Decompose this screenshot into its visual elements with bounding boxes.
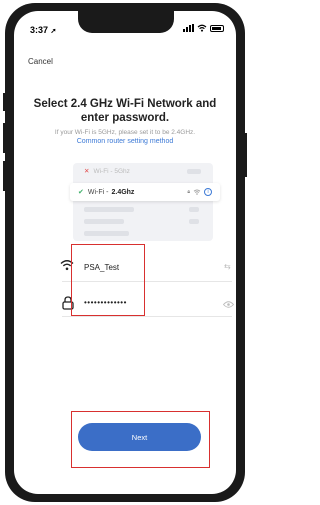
title-line-1: Select 2.4 GHz Wi-Fi Network and (33, 98, 217, 110)
switch-network-icon[interactable]: ⇆ (224, 262, 231, 271)
wifi-status-icon (197, 24, 207, 32)
title-line-2: enter password. (80, 112, 170, 124)
router-settings-link[interactable]: Common router setting method (22, 138, 228, 145)
volume-up-button (3, 123, 5, 153)
eye-icon[interactable] (223, 301, 234, 308)
cancel-button[interactable]: Cancel (28, 57, 53, 66)
placeholder-bar (189, 219, 199, 224)
input-highlight-box (71, 244, 145, 316)
wifi-icon (193, 189, 201, 195)
next-button[interactable]: Next (78, 423, 201, 451)
cross-icon: ✕ (84, 168, 90, 175)
placeholder-bar (84, 231, 129, 236)
volume-down-button (3, 161, 5, 191)
password-divider (62, 316, 232, 317)
lock-icon: 🔒︎ (187, 189, 190, 195)
subtitle-hint: If your Wi-Fi is 5GHz, please set it to … (54, 129, 196, 136)
page-title: Select 2.4 GHz Wi-Fi Network and enter p… (24, 97, 226, 125)
status-icons (183, 24, 224, 32)
placeholder-bar (187, 169, 201, 174)
battery-icon (210, 24, 224, 32)
mute-switch (3, 93, 5, 111)
network-5g-row: ✕ Wi-Fi - 5Ghz (84, 168, 130, 175)
check-icon: ✔ (78, 189, 84, 196)
placeholder-bar (84, 219, 124, 224)
location-arrow-icon: ➚ (50, 28, 57, 35)
phone-frame: 3:37 ➚ Cancel Select 2.4 GHz Wi-Fi Netwo… (3, 3, 247, 502)
status-time: 3:37 ➚ (30, 25, 57, 35)
info-icon: i (204, 188, 212, 196)
placeholder-bar (189, 207, 199, 212)
placeholder-bar (84, 207, 134, 212)
network-24ghz-row: ✔ Wi-Fi - 2.4Ghz 🔒︎ i (70, 183, 220, 201)
cellular-signal-icon (183, 24, 194, 32)
power-button (245, 133, 247, 177)
notch (78, 11, 174, 33)
screen: 3:37 ➚ Cancel Select 2.4 GHz Wi-Fi Netwo… (14, 11, 236, 494)
